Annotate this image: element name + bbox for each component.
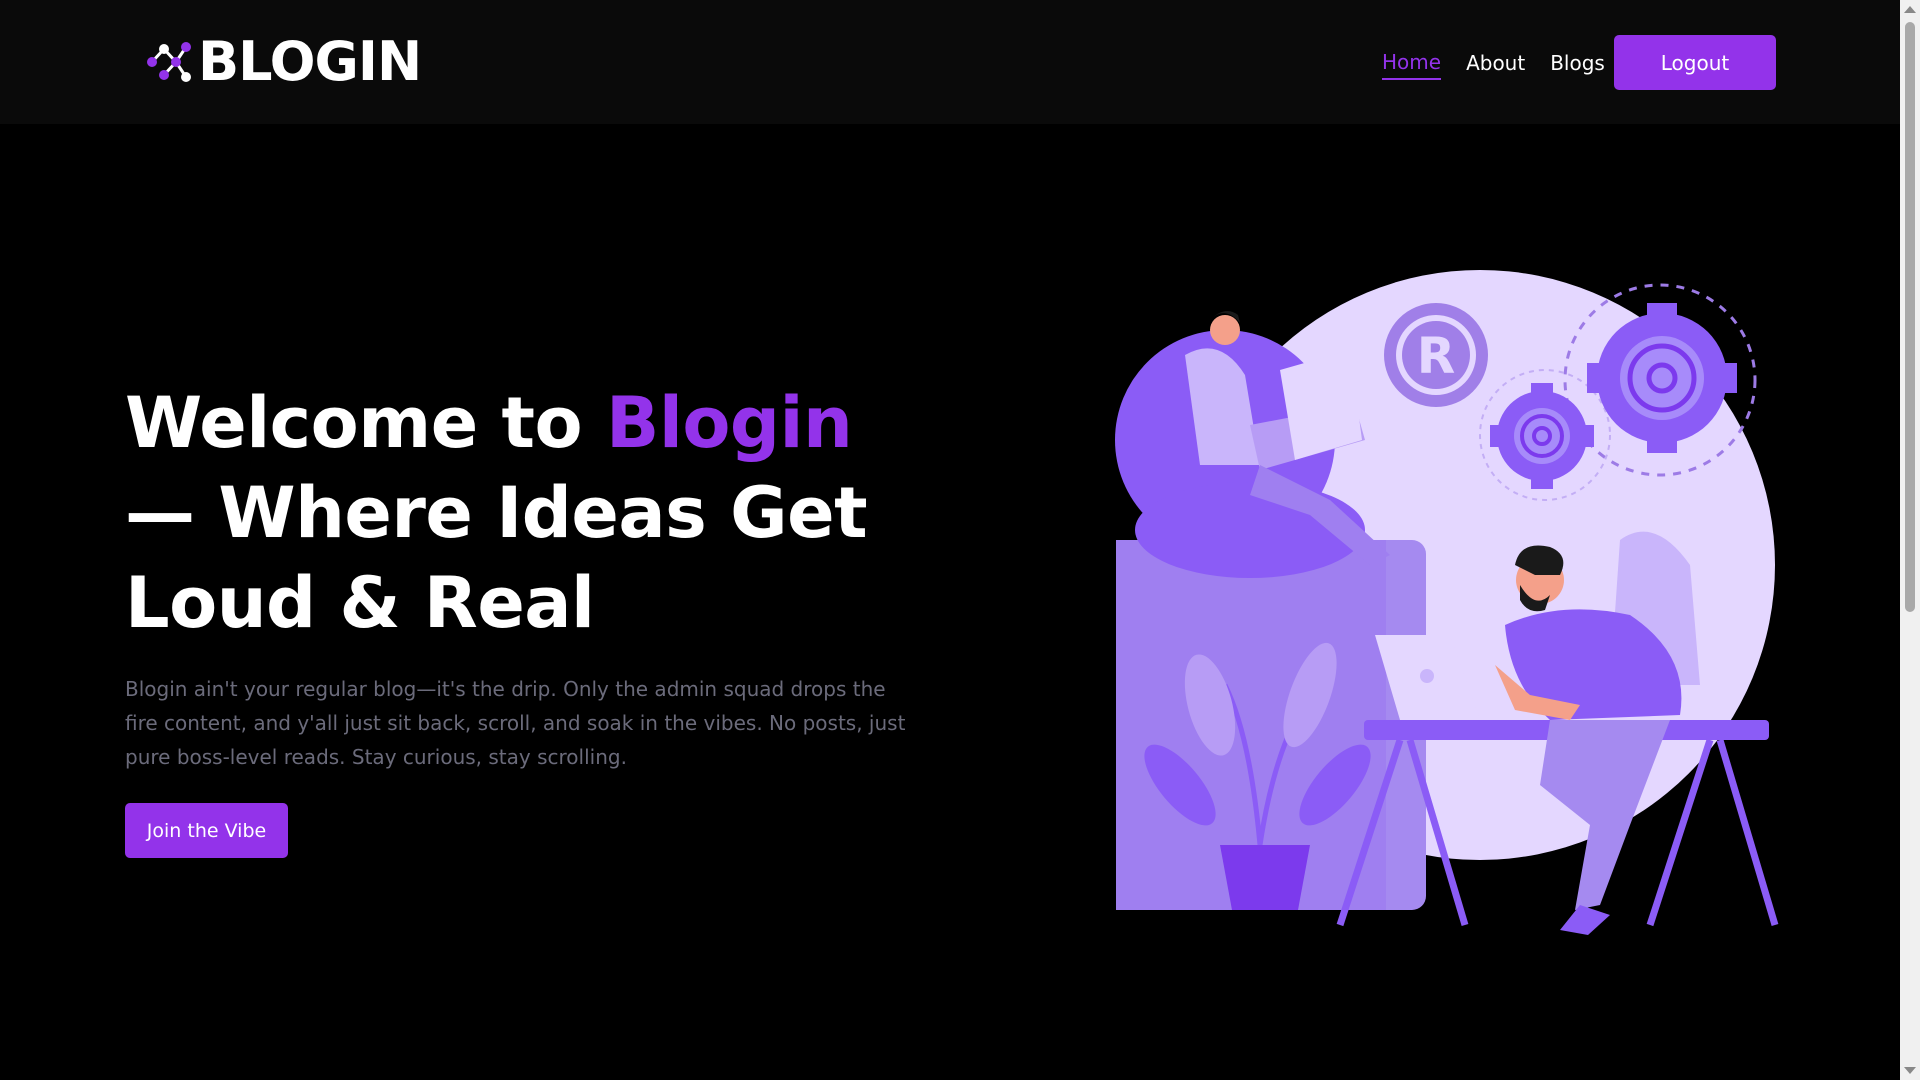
navbar: BLOGIN Home About Blogs Logout bbox=[0, 0, 1900, 124]
rust-badge-icon: R bbox=[1384, 303, 1488, 407]
scroll-thumb[interactable] bbox=[1905, 22, 1915, 612]
hero-illustration: R bbox=[1115, 270, 1779, 935]
logo-text: BLOGIN bbox=[198, 30, 422, 93]
nav-links: Home About Blogs bbox=[1382, 50, 1630, 80]
scroll-up-arrow-icon[interactable] bbox=[1904, 6, 1916, 13]
hero-title: Welcome to Blogin — Where Ideas Get Loud… bbox=[125, 378, 945, 648]
join-the-vibe-button[interactable]: Join the Vibe bbox=[125, 803, 288, 858]
logout-button[interactable]: Logout bbox=[1614, 35, 1776, 90]
svg-text:R: R bbox=[1417, 327, 1456, 385]
vertical-scrollbar[interactable] bbox=[1900, 0, 1920, 1080]
logo[interactable]: BLOGIN bbox=[142, 30, 422, 93]
logo-icon bbox=[147, 42, 191, 82]
hero-description: Blogin ain't your regular blog—it's the … bbox=[125, 677, 906, 769]
hero-title-part1: Welcome to bbox=[125, 382, 606, 464]
nav-link-about[interactable]: About bbox=[1466, 51, 1525, 79]
hero-title-part2: — Where Ideas Get Loud & Real bbox=[125, 472, 868, 644]
scroll-down-arrow-icon[interactable] bbox=[1904, 1067, 1916, 1074]
nav-link-home[interactable]: Home bbox=[1382, 50, 1442, 80]
hero-title-accent: Blogin bbox=[605, 382, 853, 464]
nav-link-blogs[interactable]: Blogs bbox=[1550, 51, 1605, 79]
